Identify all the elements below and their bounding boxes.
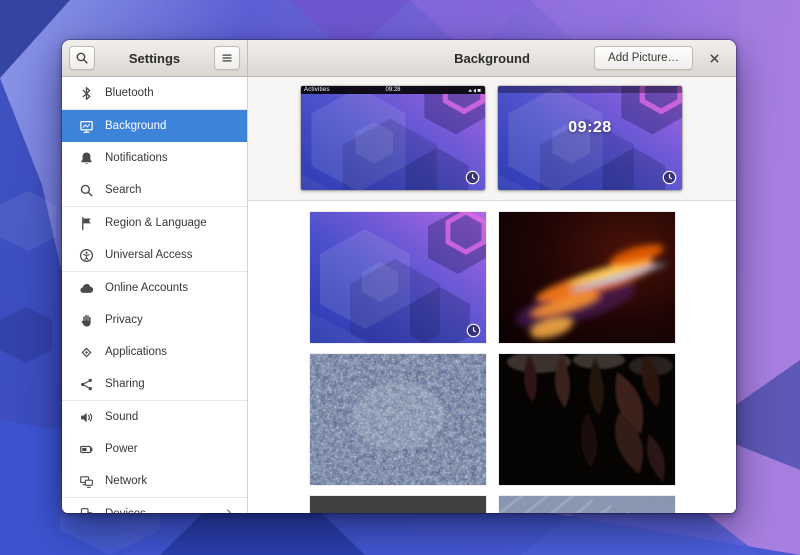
background-panel: Activities 09:28 — [248, 77, 736, 513]
region-language-icon — [79, 216, 94, 231]
close-icon — [708, 52, 721, 65]
sidebar-item-label: Applications — [105, 346, 167, 358]
universal-access-icon — [79, 248, 94, 263]
primary-menu-button[interactable] — [214, 46, 240, 70]
sidebar-item-label: Background — [105, 120, 166, 132]
search-button[interactable] — [69, 46, 95, 70]
sidebar-item-label: Universal Access — [105, 249, 193, 261]
sidebar-item-label: Network — [105, 475, 147, 487]
mini-status-icons — [467, 87, 482, 93]
blue-fabric-texture-wallpaper[interactable] — [499, 496, 675, 513]
sidebar-item-notifications[interactable]: Notifications — [62, 142, 247, 174]
sharing-icon — [79, 377, 94, 392]
notifications-icon — [79, 151, 94, 166]
dark-leaves-wallpaper[interactable] — [499, 354, 675, 485]
close-button[interactable] — [701, 46, 727, 70]
titlebar-content-section: Background Add Picture… — [248, 40, 736, 76]
blue-fabric-texture-art — [499, 496, 675, 513]
gnome-hexagons-wallpaper[interactable] — [310, 212, 486, 343]
settings-sidebar: Bluetooth Background Notifications Search Re… — [62, 77, 248, 513]
snowy-forest-aerial-wallpaper[interactable] — [310, 354, 486, 485]
sidebar-item-privacy[interactable]: Privacy — [62, 304, 247, 336]
timed-wallpaper-badge — [465, 170, 480, 185]
network-icon — [79, 474, 94, 489]
sidebar-item-label: Sound — [105, 411, 138, 423]
timed-wallpaper-badge — [662, 170, 677, 185]
sidebar-item-bluetooth[interactable]: Bluetooth — [62, 77, 247, 109]
bluetooth-icon — [79, 86, 94, 101]
window-body: Bluetooth Background Notifications Search Re… — [62, 77, 736, 513]
sidebar-item-label: Region & Language — [105, 217, 207, 229]
mini-top-bar: Activities 09:28 — [301, 86, 485, 94]
sidebar-item-devices[interactable]: Devices — [62, 498, 247, 513]
hamburger-menu-icon — [220, 51, 234, 65]
sidebar-item-background[interactable]: Background — [62, 110, 247, 142]
lock-top-shade — [498, 86, 682, 93]
search-icon — [79, 183, 94, 198]
mini-clock: 09:28 — [301, 86, 485, 94]
sidebar-item-label: Online Accounts — [105, 282, 188, 294]
window-title: Settings — [99, 51, 210, 66]
gnome-hexagons-art — [301, 86, 485, 190]
titlebar[interactable]: Settings Background Add Picture… — [62, 40, 736, 77]
sidebar-item-search[interactable]: Search — [62, 174, 247, 206]
power-icon — [79, 442, 94, 457]
snowy-forest-art — [310, 354, 486, 485]
sidebar-item-online-accounts[interactable]: Online Accounts — [62, 272, 247, 304]
sidebar-item-label: Sharing — [105, 378, 145, 390]
sidebar-item-power[interactable]: Power — [62, 433, 247, 465]
add-picture-button[interactable]: Add Picture… — [594, 46, 693, 70]
privacy-icon — [79, 313, 94, 328]
sidebar-item-sound[interactable]: Sound — [62, 401, 247, 433]
background-icon — [79, 119, 94, 134]
lock-screen-preview[interactable]: 09:28 — [498, 86, 682, 190]
dark-gray-texture-art — [310, 496, 486, 513]
sidebar-item-sharing[interactable]: Sharing — [62, 368, 247, 400]
timed-wallpaper-badge — [466, 323, 481, 338]
lock-screen-clock: 09:28 — [498, 119, 682, 137]
sidebar-item-label: Devices — [105, 508, 146, 513]
applications-icon — [79, 345, 94, 360]
desktop: Settings Background Add Picture… — [0, 0, 800, 555]
chevron-right-icon — [223, 507, 235, 514]
orange-streaks-art — [499, 212, 675, 343]
sidebar-item-label: Notifications — [105, 152, 168, 164]
sidebar-item-universal-access[interactable]: Universal Access — [62, 239, 247, 271]
gnome-hexagons-art — [498, 86, 682, 190]
current-background-previews: Activities 09:28 — [248, 77, 736, 201]
sidebar-item-label: Bluetooth — [105, 87, 154, 99]
gnome-hexagons-art — [310, 212, 486, 343]
settings-window: Settings Background Add Picture… — [62, 40, 736, 513]
sidebar-item-label: Power — [105, 443, 138, 455]
wallpaper-grid — [248, 201, 736, 513]
sidebar-item-label: Privacy — [105, 314, 143, 326]
desktop-background-preview[interactable]: Activities 09:28 — [301, 86, 485, 190]
orange-light-streaks-wallpaper[interactable] — [499, 212, 675, 343]
sound-icon — [79, 410, 94, 425]
dark-gray-texture-wallpaper[interactable] — [310, 496, 486, 513]
network-volume-battery-icons — [467, 87, 482, 93]
dark-leaves-art — [499, 354, 675, 485]
online-accounts-icon — [79, 281, 94, 296]
titlebar-sidebar-section: Settings — [62, 40, 248, 76]
devices-icon — [79, 507, 94, 514]
sidebar-item-network[interactable]: Network — [62, 465, 247, 497]
search-icon — [75, 51, 89, 65]
sidebar-item-region-language[interactable]: Region & Language — [62, 207, 247, 239]
sidebar-item-label: Search — [105, 184, 141, 196]
sidebar-item-applications[interactable]: Applications — [62, 336, 247, 368]
